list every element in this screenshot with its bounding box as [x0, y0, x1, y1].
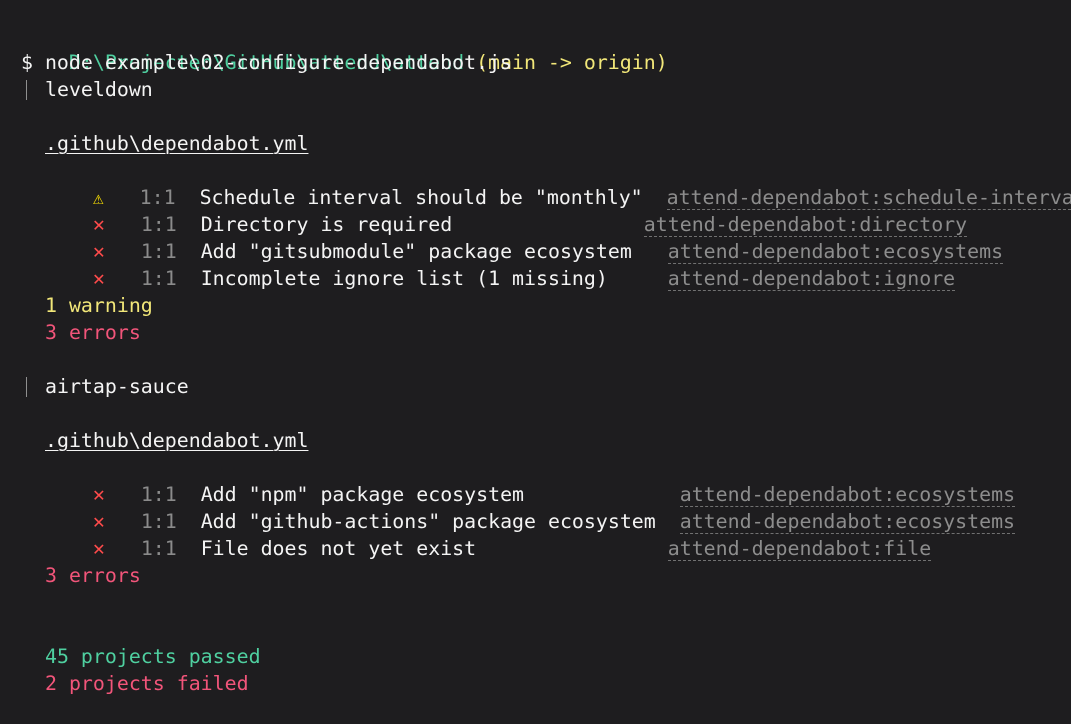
command-line: $ node example\02-configure-dependabot.j… — [21, 51, 512, 74]
issue-message: File does not yet exist — [200, 537, 477, 560]
error-icon: ✕ — [92, 537, 105, 560]
issue-row: ✕ 1:1 Incomplete ignore list (1 missing)… — [45, 238, 956, 291]
issue-row: ✕ 1:1 File does not yet exist attend-dep… — [45, 508, 932, 561]
project-name-leveldown: leveldown — [45, 78, 153, 101]
issue-row: ✕ 1:1 Add "npm" package ecosystem attend… — [45, 454, 1016, 507]
issue-rule-link[interactable]: attend-dependabot:file — [667, 537, 932, 561]
issue-message: Incomplete ignore list (1 missing) — [200, 267, 608, 290]
projects-passed-summary: 45 projects passed — [45, 645, 261, 668]
issue-row: ⚠ 1:1 Schedule interval should be "month… — [45, 157, 1071, 210]
issue-location: 1:1 — [140, 267, 177, 290]
project-name-airtap-sauce: airtap-sauce — [45, 375, 189, 398]
prompt-line: D:\Projecten\GitHub\attend\attend (main … — [21, 22, 668, 74]
issue-location: 1:1 — [140, 537, 177, 560]
error-summary: 3 errors — [45, 321, 141, 344]
terminal-window: D:\Projecten\GitHub\attend\attend (main … — [0, 0, 1071, 724]
error-icon: ✕ — [92, 267, 105, 290]
project-separator-bar — [26, 377, 27, 397]
issue-row: ✕ 1:1 Add "github-actions" package ecosy… — [45, 481, 1016, 534]
file-path-airtap-sauce: .github\dependabot.yml — [45, 429, 309, 452]
projects-failed-summary: 2 projects failed — [45, 672, 249, 695]
warning-summary: 1 warning — [45, 294, 153, 317]
file-path-leveldown: .github\dependabot.yml — [45, 132, 309, 155]
error-summary: 3 errors — [45, 564, 141, 587]
issue-rule-link[interactable]: attend-dependabot:ignore — [667, 267, 956, 291]
project-separator-bar — [26, 80, 27, 100]
issue-row: ✕ 1:1 Directory is required attend-depen… — [45, 184, 968, 237]
issue-row: ✕ 1:1 Add "gitsubmodule" package ecosyst… — [45, 211, 1004, 264]
